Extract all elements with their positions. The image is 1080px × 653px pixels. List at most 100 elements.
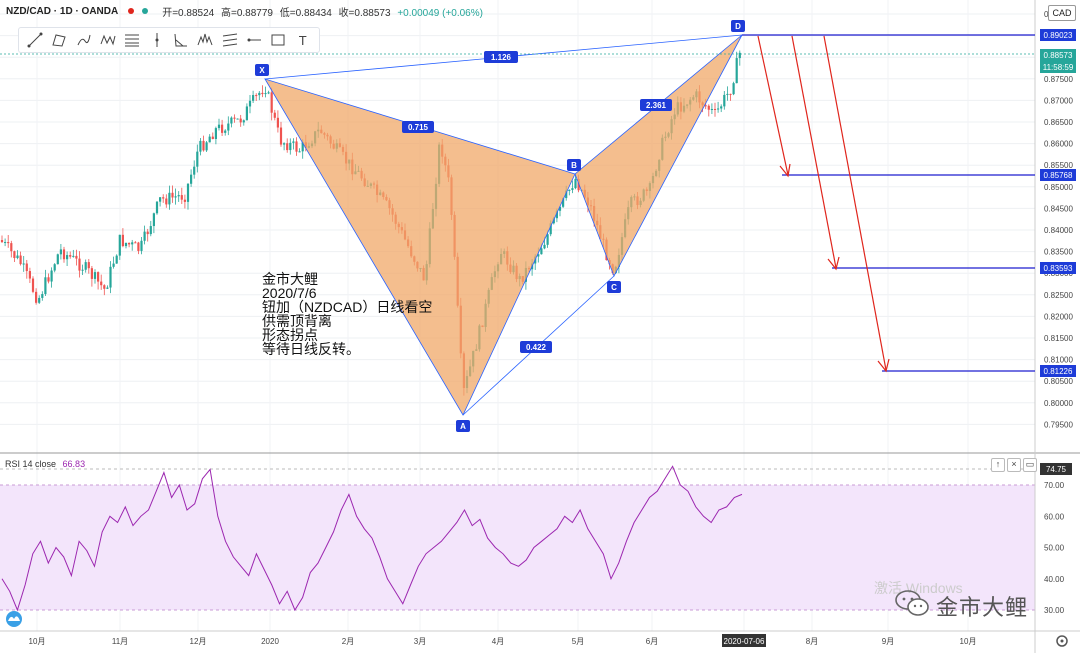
channel-icon[interactable] (221, 31, 239, 49)
candle-body (193, 166, 196, 175)
candle-body (230, 117, 233, 124)
candle-body (298, 151, 301, 153)
candle-body (568, 189, 571, 191)
note-line: 供需顶背离 (262, 313, 332, 329)
price-tick: 0.87000 (1044, 96, 1073, 105)
point-x-label[interactable]: X (259, 66, 265, 75)
horizontal-ray-icon[interactable] (245, 31, 263, 49)
price-tick: 0.80500 (1044, 377, 1073, 386)
candle-body (717, 108, 720, 110)
badge-rsi: 74.75 (1046, 465, 1067, 474)
vertical-line-icon[interactable] (148, 31, 166, 49)
candle-body (713, 108, 717, 110)
tradingview-logo-icon[interactable] (6, 611, 22, 627)
brush-icon[interactable] (75, 31, 93, 49)
chart-canvas[interactable]: 0.809500.885000.880000.875000.870000.865… (0, 0, 1080, 653)
text-tool-icon[interactable]: T (294, 31, 312, 49)
candle-body (109, 266, 112, 288)
point-d-label[interactable]: D (735, 22, 741, 31)
rsi-title: RSI 14 close (5, 459, 57, 469)
point-a-label[interactable]: A (460, 422, 466, 431)
candle-body (112, 263, 115, 267)
candle-body (186, 183, 190, 202)
candle-body (90, 268, 93, 279)
candle-body (10, 243, 13, 252)
time-cursor-date: 2020-07-06 (724, 637, 765, 646)
candle-body (224, 130, 227, 133)
candle-body (19, 255, 22, 265)
candle-body (264, 93, 267, 95)
candle-body (140, 240, 143, 251)
analysis-note[interactable]: 金市大鲤 2020/7/6 钮加（NZDCAD）日线看空 供需顶背离 形态拐点 … (262, 272, 432, 356)
candle-body (93, 272, 97, 279)
drawing-toolbar: T (18, 27, 320, 53)
candle-body (152, 213, 155, 227)
candle-body (128, 242, 131, 245)
pane-close-icon[interactable]: × (1007, 458, 1021, 472)
ratio-xd: 1.126 (491, 53, 512, 62)
candle-body (146, 231, 149, 235)
symbol-title[interactable]: NZD/CAD · 1D · OANDA (6, 6, 118, 17)
price-tick: 0.82500 (1044, 291, 1073, 300)
open-value: 开=0.88524 (162, 7, 215, 19)
candle-body (726, 93, 729, 95)
candle-body (543, 244, 546, 249)
candle-body (255, 95, 258, 97)
rectangle-icon[interactable] (269, 31, 287, 49)
xabcd-pattern-icon[interactable] (99, 31, 117, 49)
candle-body (97, 272, 100, 282)
candle-body (72, 255, 75, 257)
price-tick: 0.85000 (1044, 183, 1073, 192)
rsi-tick: 70.00 (1044, 481, 1065, 490)
time-tick: 2月 (342, 637, 354, 646)
high-value: 高=0.88779 (221, 7, 273, 19)
candle-body (248, 100, 252, 107)
note-line: 形态拐点 (262, 327, 318, 343)
candle-body (44, 277, 47, 295)
price-tick: 0.81000 (1044, 356, 1073, 365)
candle-body (217, 124, 221, 129)
low-value: 低=0.88434 (279, 7, 332, 19)
candle-body (155, 201, 159, 214)
fib-retracement-icon[interactable] (123, 31, 141, 49)
candle-body (168, 192, 171, 205)
candle-body (214, 128, 217, 140)
trend-line-icon[interactable] (26, 31, 44, 49)
candle-body (149, 226, 152, 235)
wechat-icon (894, 588, 930, 618)
candle-body (165, 198, 168, 205)
pane-up-icon[interactable]: ↑ (991, 458, 1005, 472)
head-shoulders-icon[interactable] (196, 31, 214, 49)
note-line: 2020/7/6 (262, 285, 317, 301)
settings-gear-icon[interactable] (1056, 635, 1068, 647)
candle-body (7, 242, 10, 244)
candle-body (100, 281, 103, 286)
price-tick: 0.84500 (1044, 204, 1073, 213)
rsi-legend[interactable]: RSI 14 close 66.83 (5, 459, 85, 469)
rsi-value: 66.83 (62, 459, 86, 469)
candle-body (103, 285, 106, 289)
time-tick: 11月 (112, 637, 128, 646)
candle-body (118, 234, 121, 256)
pane-maximize-icon[interactable]: ▭ (1023, 458, 1037, 472)
change-value: +0.00049 (+0.06%) (397, 7, 483, 19)
note-line: 钮加（NZDCAD）日线看空 (262, 299, 433, 315)
time-tick: 9月 (882, 637, 894, 646)
candle-body (134, 242, 137, 244)
currency-badge[interactable]: CAD (1048, 5, 1076, 21)
candle-body (236, 118, 239, 120)
candle-body (87, 262, 90, 269)
polygon-tool-icon[interactable] (50, 31, 68, 49)
badge-target1: 0.85768 (1044, 171, 1073, 180)
candle-body (732, 83, 735, 95)
point-b-label[interactable]: B (571, 161, 577, 170)
candle-body (59, 249, 62, 255)
abcd-pattern-icon[interactable] (172, 31, 190, 49)
candle-body (31, 278, 35, 292)
candle-body (279, 127, 283, 145)
price-tick: 0.79500 (1044, 420, 1073, 429)
candle-body (56, 254, 59, 265)
candle-body (252, 95, 255, 101)
point-c-label[interactable]: C (611, 283, 617, 292)
price-tick: 0.84000 (1044, 226, 1073, 235)
